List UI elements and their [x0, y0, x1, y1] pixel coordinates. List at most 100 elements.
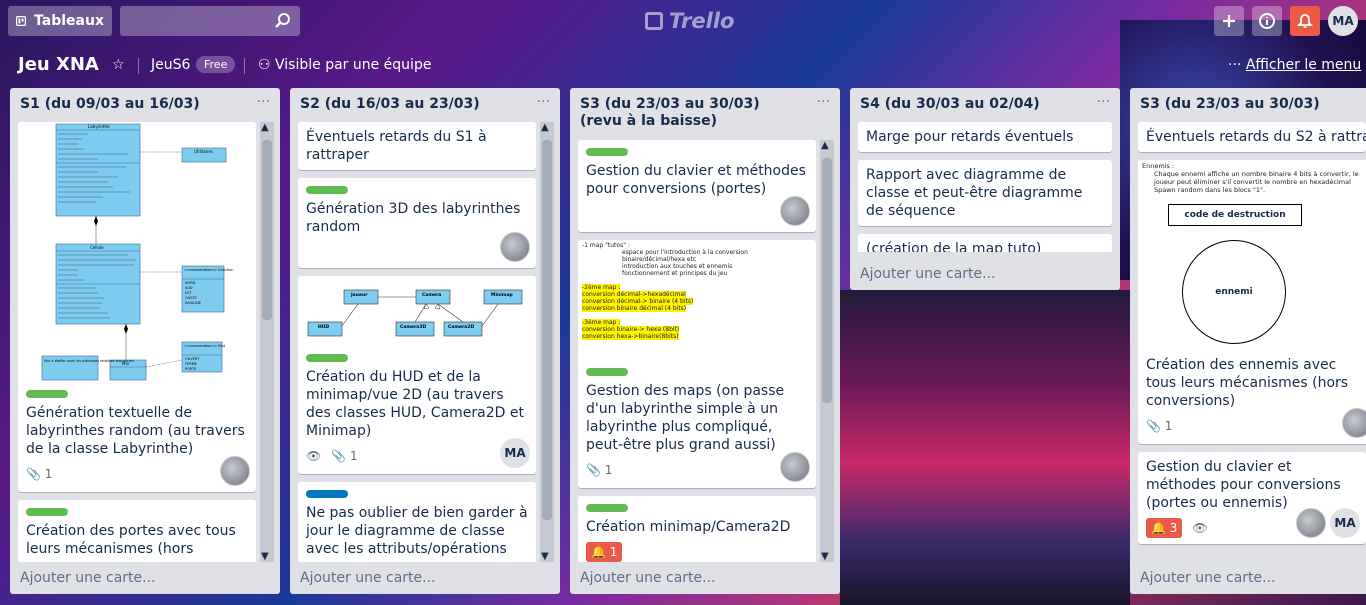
scroll-up-icon[interactable]: ▲ [541, 122, 549, 133]
label-green[interactable] [306, 354, 348, 362]
card[interactable]: Création minimap/Camera2D 🔔 1 [578, 496, 816, 562]
card-badges: 📎 1 [586, 460, 808, 480]
scrollbar[interactable]: ▲ ▼ [540, 122, 554, 562]
card[interactable]: Rapport avec diagramme de classe et peut… [858, 160, 1112, 226]
card[interactable]: Éventuels retards du S1 à rattraper [298, 122, 536, 170]
uml-class-minimap: Minimap [491, 292, 513, 298]
search-input[interactable] [120, 6, 300, 36]
label-green[interactable] [586, 148, 628, 156]
add-card-button[interactable]: Ajouter une carte... [300, 570, 436, 586]
scroll-down-icon[interactable]: ▼ [541, 551, 549, 562]
card[interactable]: -1 map "tutos" : espace pour l'introduct… [578, 240, 816, 488]
member-avatar[interactable]: MA [1330, 508, 1360, 538]
uml-class-joueur: Joueur [350, 292, 368, 298]
card-title: Création minimap/Camera2D [586, 519, 791, 535]
doc-line: -1 map "tutos" : [582, 242, 630, 249]
create-button[interactable] [1214, 6, 1244, 36]
add-card-button[interactable]: Ajouter une carte... [860, 266, 996, 282]
list-title[interactable]: S4 (du 30/03 au 02/04) [860, 96, 1085, 113]
scrollbar[interactable]: ▲ ▼ [260, 122, 274, 562]
notification-count: 1 [609, 545, 618, 559]
divider [244, 58, 245, 74]
list-title[interactable]: S3 (du 23/03 au 30/03) [1140, 96, 1360, 113]
paperclip-icon: 📎 [331, 449, 347, 463]
list-menu-icon[interactable]: ··· [537, 94, 550, 110]
card-title: Rapport avec diagramme de classe et peut… [866, 167, 1083, 219]
star-icon[interactable]: ☆ [112, 57, 125, 73]
visibility-button[interactable]: ⚇ Visible par une équipe [258, 57, 431, 73]
uml-diagram-image: Joueur Camera Minimap HUD Camera3D Camer… [307, 289, 523, 337]
label-green[interactable] [586, 504, 628, 512]
show-menu-button[interactable]: ··· Afficher le menu [1228, 57, 1361, 73]
card-title: Gestion du clavier et méthodes pour conv… [586, 163, 806, 197]
member-avatar[interactable] [500, 232, 530, 262]
card-badges: 📎 1 [26, 464, 248, 484]
card-title: Gestion des maps (on passe d'un labyrint… [586, 383, 785, 453]
board-title[interactable]: Jeu XNA [18, 54, 99, 75]
uml-class-camera: Camera [422, 292, 441, 298]
plan-badge: Free [196, 56, 236, 73]
uml-class-camera3d: Camera3D [400, 324, 426, 330]
list-menu-icon[interactable]: ··· [257, 94, 270, 110]
card-title: Création du HUD et de la minimap/vue 2D … [306, 369, 524, 439]
list-title[interactable]: S1 (du 09/03 au 16/03) [20, 96, 245, 113]
boards-button[interactable]: Tableaux [8, 6, 112, 36]
scroll-thumb[interactable] [262, 140, 272, 320]
card-title: Gestion du clavier et méthodes pour conv… [1146, 459, 1341, 511]
notifications-button[interactable] [1290, 6, 1320, 36]
card[interactable]: Génération 3D des labyrinthes random [298, 178, 536, 268]
card[interactable]: Ne pas oublier de bien garder à jour le … [298, 482, 536, 562]
label-green[interactable] [26, 390, 68, 398]
member-avatar[interactable]: MA [500, 438, 530, 468]
paperclip-icon: 📎 [586, 463, 601, 477]
member-avatar[interactable] [1296, 508, 1326, 538]
list-menu-icon[interactable]: ··· [817, 94, 830, 110]
bell-icon: 🔔 [591, 545, 606, 559]
list-title[interactable]: S3 (du 23/03 au 30/03) (revu à la baisse… [580, 96, 805, 130]
card[interactable]: Joueur Camera Minimap HUD Camera3D Camer… [298, 276, 536, 474]
scroll-down-icon[interactable]: ▼ [261, 551, 269, 562]
logo-text: Trello [669, 9, 735, 33]
label-blue[interactable] [306, 490, 348, 498]
watch-icon: 👁 [306, 449, 322, 463]
member-avatar[interactable] [780, 196, 810, 226]
team-name[interactable]: JeuS6 [151, 57, 190, 73]
member-avatar[interactable] [1342, 408, 1366, 438]
card[interactable]: Gestion du clavier et méthodes pour conv… [578, 140, 816, 232]
add-card-button[interactable]: Ajouter une carte... [1140, 570, 1276, 586]
scrollbar[interactable]: ▲ ▼ [820, 140, 834, 562]
scroll-thumb[interactable] [542, 140, 552, 520]
uml-diagram-image: Labyrinthe Utilitaires Cellule <<enumera… [41, 123, 234, 381]
scroll-down-icon[interactable]: ▼ [821, 551, 829, 562]
card-cover-uml: Labyrinthe Utilitaires Cellule <<enumera… [18, 122, 256, 382]
uml-class-camera2d: Camera2D [448, 324, 474, 330]
info-icon [1259, 13, 1275, 29]
card[interactable]: Création des portes avec tous leurs méca… [18, 500, 256, 562]
member-avatar[interactable] [220, 456, 250, 486]
add-card-button[interactable]: Ajouter une carte... [20, 570, 156, 586]
doc-line: -2ème map : [582, 284, 621, 291]
card-badges: 👁 📎 1 [306, 446, 528, 466]
trello-logo[interactable]: Trello [645, 9, 734, 33]
member-avatar[interactable]: MA [1328, 6, 1358, 36]
member-avatar[interactable] [780, 452, 810, 482]
scroll-thumb[interactable] [822, 158, 832, 403]
label-green[interactable] [26, 508, 68, 516]
label-green[interactable] [306, 186, 348, 194]
label-green[interactable] [586, 368, 628, 376]
list-menu-icon[interactable]: ··· [1097, 94, 1110, 110]
card[interactable]: Éventuels retards du S2 à rattraper [1138, 122, 1366, 152]
attachment-count: 1 [1164, 419, 1173, 433]
card[interactable]: Marge pour retards éventuels [858, 122, 1112, 152]
card-title: Création des ennemis avec tous leurs méc… [1146, 357, 1349, 409]
add-card-button[interactable]: Ajouter une carte... [580, 570, 716, 586]
card[interactable]: Labyrinthe Utilitaires Cellule <<enumera… [18, 122, 256, 492]
card[interactable]: Ennemis : Chaque ennemi affiche un nombr… [1138, 160, 1366, 444]
list-title[interactable]: S2 (du 16/03 au 23/03) [300, 96, 525, 113]
scroll-up-icon[interactable]: ▲ [821, 140, 829, 151]
card-title: Génération 3D des labyrinthes random [306, 201, 521, 235]
info-button[interactable] [1252, 6, 1282, 36]
card[interactable]: Gestion du clavier et méthodes pour conv… [1138, 452, 1366, 544]
card[interactable]: (création de la map tuto) [858, 234, 1112, 252]
scroll-up-icon[interactable]: ▲ [261, 122, 269, 133]
